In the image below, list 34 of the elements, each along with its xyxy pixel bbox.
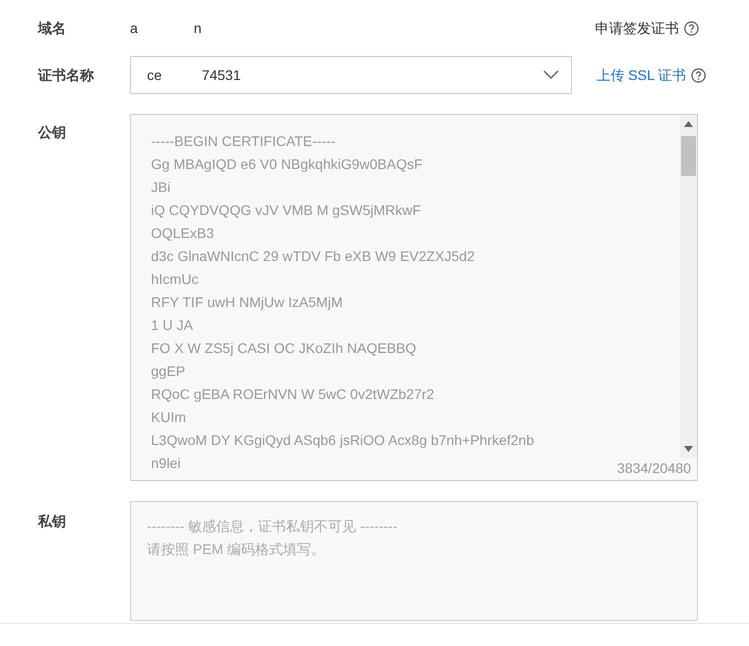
- field-label: 公钥: [38, 123, 67, 142]
- apply-certificate-text: 申请签发证书: [595, 19, 679, 38]
- key-line: d3c GlnaWNIcnC 29 wTDV Fb eXB W9 EV2ZXJ5d2: [151, 247, 475, 266]
- domain-value: a: [130, 19, 138, 38]
- key-line: L3QwoM DY KGgiQyd ASqb6 jsRiOO Acx8g b7nh+Phrkef2nb: [151, 431, 534, 450]
- key-line: RQoC gEBA ROErNVN W 5wC 0v2tWZb27r2: [151, 385, 434, 404]
- key-line: -----BEGIN CERTIFICATE-----: [151, 132, 336, 151]
- key-line: hIcmUc: [151, 270, 198, 289]
- upload-ssl-link[interactable]: 上传 SSL 证书: [596, 65, 686, 85]
- chevron-down-icon: [543, 70, 559, 80]
- field-label: 证书名称: [38, 66, 95, 85]
- public-key-textarea[interactable]: [130, 114, 698, 481]
- scroll-up-icon[interactable]: [684, 121, 693, 127]
- scroll-down-icon[interactable]: [684, 446, 693, 452]
- private-key-textarea[interactable]: -------- 敏感信息，证书私钥不可见 -------- 请按照 PEM 编码格式填写。: [130, 501, 698, 621]
- key-line: ggEP: [151, 362, 186, 381]
- character-counter: 3834/20480: [617, 460, 691, 476]
- key-line: 1 U JA: [151, 316, 194, 335]
- key-line: Gg MBAgIQD e6 V0 NBgkqhkiG9w0BAQsF: [151, 155, 423, 174]
- key-line: OQLExB3: [151, 224, 214, 243]
- key-line: FO X W ZS5j CASI OC JKoZIh NAQEBBQ: [151, 339, 416, 358]
- field-label: 域名: [38, 19, 67, 38]
- field-label: 私钥: [38, 512, 67, 531]
- scrollbar[interactable]: [680, 115, 697, 458]
- key-line: KUIm: [151, 408, 186, 427]
- key-line: n9lei: [151, 454, 181, 473]
- domain-value: n: [194, 19, 202, 38]
- key-line: iQ CQYDVQQG vJV VMB M gSW5jMRkwF: [151, 201, 421, 220]
- help-icon[interactable]: [691, 68, 706, 82]
- help-icon[interactable]: [684, 20, 699, 36]
- certificate-select[interactable]: ce 74531: [130, 56, 572, 94]
- key-line: JBi: [151, 178, 170, 197]
- scrollbar-thumb[interactable]: [681, 136, 696, 176]
- key-line: RFY TIF uwH NMjUw IzA5MjM: [151, 293, 343, 312]
